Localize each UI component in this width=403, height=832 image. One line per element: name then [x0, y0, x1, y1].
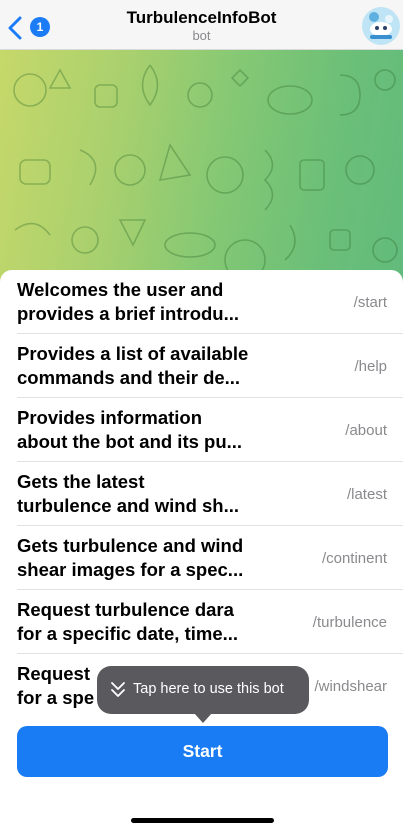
bot-avatar[interactable]	[362, 7, 400, 45]
command-description-line: shear images for a spec...	[17, 559, 244, 580]
command-name: /start	[353, 293, 387, 311]
command-description-line: Request turbulence dara	[17, 599, 234, 620]
start-button[interactable]: Start	[17, 726, 388, 777]
command-row-turbulence[interactable]: Request turbulence dara for a specific d…	[0, 590, 403, 654]
command-description: Gets turbulence and wind shear images fo…	[17, 534, 267, 582]
command-description-line: turbulence and wind sh...	[17, 495, 240, 516]
chat-title-area[interactable]: TurbulenceInfoBot bot	[80, 8, 323, 44]
command-description-line: Gets turbulence and wind	[17, 535, 244, 556]
command-description-line: about the bot and its pu...	[17, 431, 243, 452]
command-description: Provides information about the bot and i…	[17, 406, 267, 454]
command-row-start[interactable]: Welcomes the user and provides a brief i…	[0, 270, 403, 334]
back-button[interactable]: 1	[6, 14, 50, 42]
command-name: /turbulence	[312, 613, 387, 631]
command-row-latest[interactable]: Gets the latest turbulence and wind sh..…	[0, 462, 403, 526]
command-description: Request turbulence dara for a specific d…	[17, 598, 267, 646]
command-name: /continent	[321, 549, 387, 567]
command-description-line: Provides a list of available	[17, 343, 249, 364]
command-description: Gets the latest turbulence and wind sh..…	[17, 470, 267, 518]
command-name: /latest	[346, 485, 387, 503]
chevron-left-icon	[8, 16, 22, 40]
chat-subtitle: bot	[192, 28, 211, 43]
command-description-line: for a specific date, time...	[17, 623, 239, 644]
command-row-help[interactable]: Provides a list of available commands an…	[0, 334, 403, 398]
command-row-about[interactable]: Provides information about the bot and i…	[0, 398, 403, 462]
unread-badge: 1	[30, 17, 50, 37]
bot-commands-list: Welcomes the user and provides a brief i…	[0, 270, 403, 720]
command-name: /help	[354, 357, 387, 375]
tooltip-text: Tap here to use this bot	[133, 681, 284, 697]
command-description: Provides a list of available commands an…	[17, 342, 267, 390]
doodle-pattern	[13, 64, 398, 281]
command-description-line: provides a brief introdu...	[17, 303, 240, 324]
chat-title: TurbulenceInfoBot	[126, 8, 277, 27]
chat-background	[0, 50, 403, 282]
use-bot-tooltip[interactable]: Tap here to use this bot	[97, 666, 309, 714]
command-description: Welcomes the user and provides a brief i…	[17, 278, 267, 326]
command-row-continent[interactable]: Gets turbulence and wind shear images fo…	[0, 526, 403, 590]
chat-header: 1 TurbulenceInfoBot bot	[0, 0, 403, 50]
command-description-line: Provides information	[17, 407, 203, 428]
command-description-line: Welcomes the user and	[17, 279, 224, 300]
command-description-line: Gets the latest	[17, 471, 145, 492]
home-indicator	[131, 818, 274, 823]
double-chevron-down-icon	[111, 682, 125, 697]
avatar-image	[362, 7, 400, 45]
tooltip-pointer	[194, 713, 212, 723]
command-name: /about	[345, 421, 387, 439]
command-name: /windshear	[314, 677, 387, 695]
command-description-line: commands and their de...	[17, 367, 241, 388]
